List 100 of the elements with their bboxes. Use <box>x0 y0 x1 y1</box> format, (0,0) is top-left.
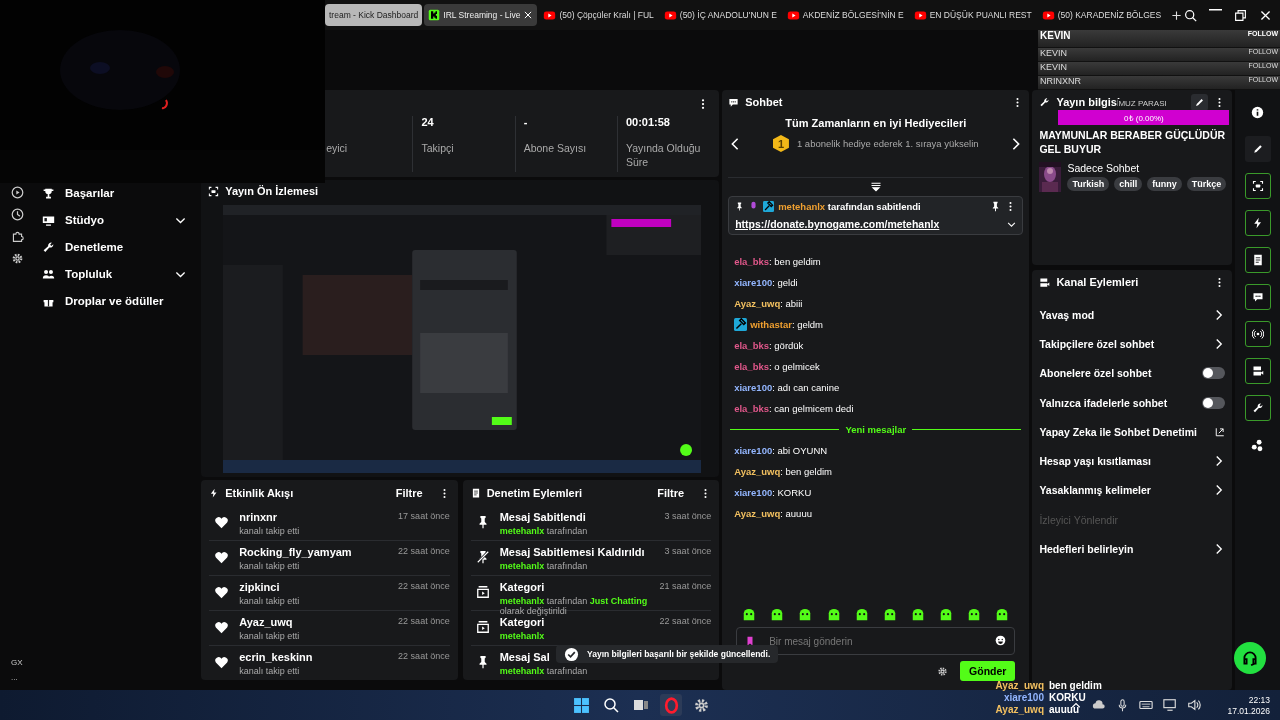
kick-icon <box>428 9 441 21</box>
category-name[interactable]: Sadece Sohbet <box>1067 162 1227 174</box>
chat-message: withastar: geldm <box>734 318 1018 331</box>
browser-tab[interactable]: (50) Çöpçüler Kralı | FUL <box>539 4 658 26</box>
emote-icon[interactable] <box>995 608 1010 622</box>
emote-icon[interactable] <box>826 608 841 622</box>
browser-tab[interactable]: IRL Streaming - Live <box>424 4 538 26</box>
filter-button[interactable]: Filtre <box>657 487 685 499</box>
browser-tab[interactable]: (50) İÇ ANADOLU'NUN E <box>659 4 781 26</box>
emote-icon[interactable] <box>939 608 954 622</box>
toggle-switch[interactable] <box>1202 367 1226 380</box>
channel-action[interactable]: Abonelere özel sohbet <box>1039 358 1226 388</box>
document-icon <box>470 488 481 498</box>
scan-icon <box>1251 180 1264 192</box>
tab-title: IRL Streaming - Live <box>443 10 521 20</box>
toolbar-button[interactable] <box>1244 395 1271 421</box>
browser-tab[interactable]: AKDENİZ BÖLGESİ'NİN E <box>782 4 908 26</box>
unpin-icon <box>475 550 490 564</box>
chat-icon <box>1251 291 1264 303</box>
moderator-icon <box>734 318 748 331</box>
browser-tab[interactable]: (50) KARADENİZ BÖLGES <box>1037 4 1166 26</box>
chat-message: xiare100: geldi <box>734 276 799 289</box>
stat-value: 24 <box>421 116 435 127</box>
youtube-icon <box>543 8 557 22</box>
emote-icon[interactable] <box>910 608 925 622</box>
toolbar-button[interactable] <box>1244 284 1271 310</box>
tag[interactable]: funny <box>1147 177 1182 191</box>
clock-date: 17.01.2026 <box>1227 705 1270 716</box>
cloud-icon <box>1092 698 1107 712</box>
browser-tab[interactable]: EN DÜŞÜK PUANLI REST <box>909 4 1036 26</box>
emote-icon[interactable] <box>882 608 897 622</box>
send-button[interactable]: Gönder <box>960 661 1016 681</box>
channel-action[interactable]: Yasaklanmış kelimeler <box>1039 475 1226 506</box>
sidebar-item[interactable]: Droplar ve ödüller <box>42 290 199 312</box>
toggle-switch[interactable] <box>1202 396 1226 409</box>
sidebar-item[interactable]: Topluluk <box>42 263 199 285</box>
event-time: 17 saat önce <box>398 511 450 521</box>
gear-icon <box>937 665 949 677</box>
info-icon <box>1251 105 1265 119</box>
toolbar-button[interactable] <box>1244 247 1271 273</box>
chevron-down-icon <box>1007 219 1017 229</box>
browser-tab[interactable]: tream - Kick Dashboard <box>325 4 423 26</box>
more-button[interactable]: ... <box>11 673 199 682</box>
channel-action[interactable]: Yalnızca ifadelerle sohbet <box>1039 387 1226 418</box>
toolbar-button[interactable] <box>1244 358 1271 384</box>
youtube-icon <box>663 8 677 22</box>
wrench-icon <box>42 240 55 254</box>
tag[interactable]: chill <box>1114 177 1143 191</box>
donation-link[interactable]: https://donate.bynogame.com/metehanlx <box>735 218 940 230</box>
chat-message: Ayaz_uwq: auuuu <box>734 507 813 520</box>
check-circle-icon <box>564 646 579 662</box>
section-heading: İzleyici Yönlendir <box>1039 513 1118 526</box>
channel-action[interactable]: Yavaş mod <box>1039 300 1226 330</box>
follower-name: Rocking_fly_yamyam <box>239 546 352 558</box>
sidebar-item[interactable]: Başarılar <box>42 182 199 204</box>
chat-message: Ayaz_uwq: abiii <box>734 297 804 310</box>
event-time: 22 saat önce <box>659 616 712 626</box>
follower-name: nrinxnr <box>239 511 278 523</box>
studio-icon <box>42 213 55 227</box>
pencil-icon <box>1251 143 1264 155</box>
wrench-icon <box>1251 402 1264 414</box>
tab-title: (50) Çöpçüler Kralı | FUL <box>559 10 654 20</box>
chat-message: Ayaz_uwq: ben geldim <box>734 465 834 478</box>
channel-action[interactable]: Yapay Zeka ile Sohbet Denetimi <box>1039 417 1226 447</box>
emote-icon[interactable] <box>798 608 813 622</box>
tab-title: EN DÜŞÜK PUANLI REST <box>929 10 1032 20</box>
browser-label[interactable]: GX <box>11 658 199 667</box>
toolbar-button[interactable] <box>1244 210 1271 236</box>
tag[interactable]: Türkçe <box>1186 177 1227 191</box>
toolbar-button[interactable] <box>1244 321 1271 347</box>
toolbar-button[interactable] <box>1244 173 1271 199</box>
rank-badge: 1 <box>772 135 789 152</box>
emote-icon[interactable] <box>770 608 785 622</box>
chat-message: xiare100: KORKU <box>734 486 813 499</box>
event-detail: kanalı takip etti <box>239 666 300 676</box>
channel-action[interactable]: Takipçilere özel sohbet <box>1039 329 1226 359</box>
edit-button[interactable] <box>1191 93 1209 111</box>
follower-name: Ayaz_uwq <box>239 616 293 628</box>
event-time: 3 saat önce <box>664 546 712 556</box>
dots-icon <box>1251 438 1265 452</box>
chat-message: xiare100: adı can canine <box>734 381 841 394</box>
sidebar-item[interactable]: Denetleme <box>42 236 199 258</box>
edit-button[interactable] <box>1244 136 1271 162</box>
emote-icon[interactable] <box>854 608 869 622</box>
emote-icon[interactable] <box>742 608 757 622</box>
stat-label: Abone Sayısı <box>523 141 588 155</box>
emote-icon[interactable] <box>967 608 982 622</box>
tab-title: tream - Kick Dashboard <box>329 10 419 20</box>
search-icon <box>603 697 619 713</box>
heart-icon <box>214 515 230 530</box>
sidebar-item[interactable]: Stüdyo <box>42 209 199 231</box>
panel-title: Etkinlik Akışı <box>225 487 295 499</box>
filter-button[interactable]: Filtre <box>395 487 423 499</box>
broadcast-icon <box>1251 328 1264 340</box>
event-time: 22 saat önce <box>398 616 450 626</box>
minimize-icon[interactable] <box>1209 8 1223 11</box>
channel-action[interactable]: Hedefleri belirleyin <box>1039 534 1226 564</box>
event-time: 21 saat önce <box>659 581 712 591</box>
tag[interactable]: Turkish <box>1067 177 1110 191</box>
channel-action[interactable]: Hesap yaşı kısıtlaması <box>1039 446 1226 476</box>
